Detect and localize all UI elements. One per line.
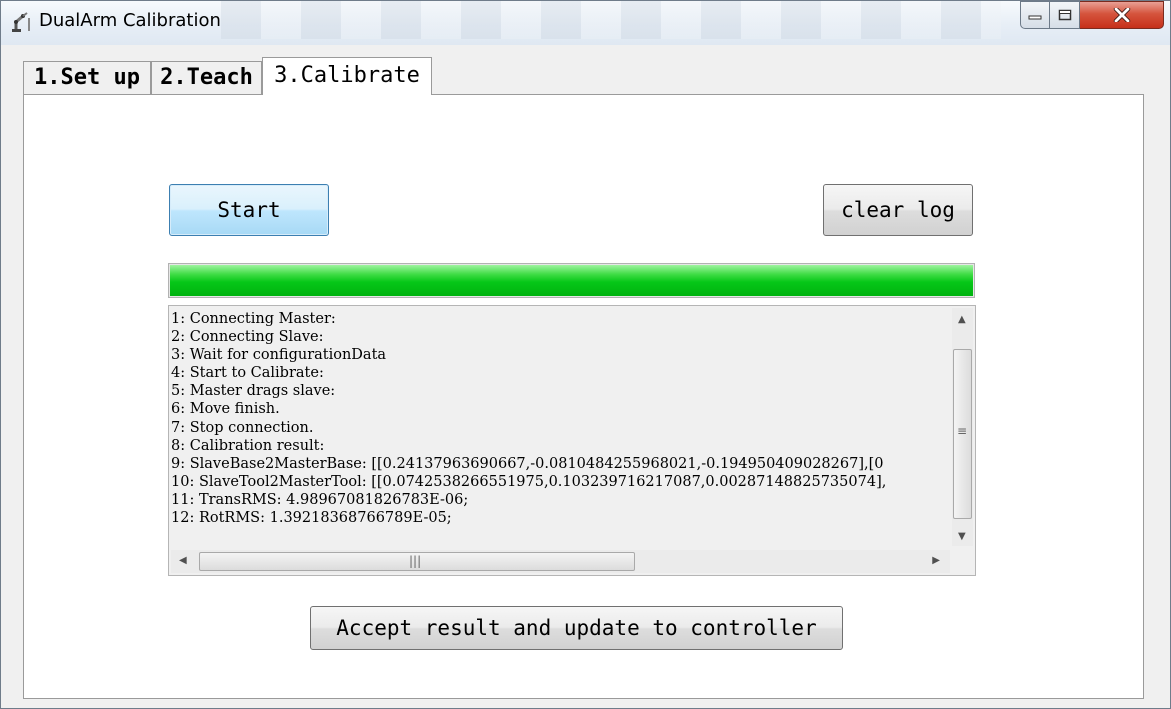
tab-teach[interactable]: 2.Teach bbox=[151, 61, 262, 94]
log-line: 4: Start to Calibrate: bbox=[171, 365, 324, 382]
grip-icon: ||| bbox=[409, 554, 422, 568]
maximize-button[interactable] bbox=[1050, 1, 1080, 29]
horizontal-scroll-thumb[interactable]: ||| bbox=[199, 552, 635, 571]
window-controls bbox=[1020, 1, 1164, 31]
arrow-right-icon[interactable]: ▶ bbox=[932, 555, 940, 566]
grip-icon: ≡ bbox=[957, 424, 968, 438]
log-text[interactable]: 1: Connecting Master: 2: Connecting Slave… bbox=[171, 310, 946, 548]
calibrate-panel: Start clear log 1: Connecting Master: 2: … bbox=[23, 94, 1144, 699]
log-line: 12: RotRMS: 1.39218368766789E-05; bbox=[171, 510, 452, 527]
accept-result-button[interactable]: Accept result and update to controller bbox=[310, 606, 843, 650]
title-bar[interactable]: DualArm Calibration bbox=[1, 1, 1170, 45]
robot-arm-icon bbox=[12, 12, 30, 32]
log-line: 2: Connecting Slave: bbox=[171, 329, 324, 346]
log-line: 7: Stop connection. bbox=[171, 419, 314, 436]
clear-log-button[interactable]: clear log bbox=[823, 184, 973, 236]
log-line: 3: Wait for configurationData bbox=[171, 347, 387, 364]
arrow-up-icon[interactable]: ▲ bbox=[958, 314, 966, 325]
horizontal-scrollbar[interactable]: ◀ ||| ▶ bbox=[171, 550, 950, 573]
log-line: 11: TransRMS: 4.98967081826783E-06; bbox=[171, 491, 469, 508]
log-line: 6: Move finish. bbox=[171, 401, 280, 418]
scroll-corner bbox=[951, 550, 973, 573]
titlebar-background bbox=[221, 1, 1001, 39]
close-icon bbox=[1113, 8, 1130, 22]
log-line: 9: SlaveBase2MasterBase: [[0.24137963690… bbox=[171, 455, 884, 472]
close-button[interactable] bbox=[1080, 1, 1164, 29]
app-window: DualArm Calibration 1.Set up 2.Teach 3.C… bbox=[0, 0, 1171, 709]
log-line: 5: Master drags slave: bbox=[171, 383, 336, 400]
vertical-scrollbar[interactable]: ▲ ≡ ▼ bbox=[952, 308, 973, 546]
tab-setup[interactable]: 1.Set up bbox=[23, 61, 151, 94]
tab-calibrate[interactable]: 3.Calibrate bbox=[262, 57, 432, 95]
log-line: 8: Calibration result: bbox=[171, 437, 325, 454]
log-area[interactable]: 1: Connecting Master: 2: Connecting Slave… bbox=[168, 305, 976, 576]
progress-bar bbox=[168, 263, 975, 298]
arrow-down-icon[interactable]: ▼ bbox=[958, 531, 966, 542]
minimize-button[interactable] bbox=[1020, 1, 1050, 29]
progress-fill bbox=[170, 265, 973, 296]
maximize-icon bbox=[1058, 9, 1071, 21]
start-button[interactable]: Start bbox=[169, 184, 329, 236]
vertical-scroll-thumb[interactable]: ≡ bbox=[953, 349, 972, 519]
log-line: 10: SlaveTool2MasterTool: [[0.0742538266… bbox=[171, 473, 887, 490]
minimize-icon bbox=[1028, 15, 1042, 20]
log-line: 1: Connecting Master: bbox=[171, 311, 336, 327]
arrow-left-icon[interactable]: ◀ bbox=[179, 555, 187, 566]
window-title: DualArm Calibration bbox=[39, 10, 221, 31]
